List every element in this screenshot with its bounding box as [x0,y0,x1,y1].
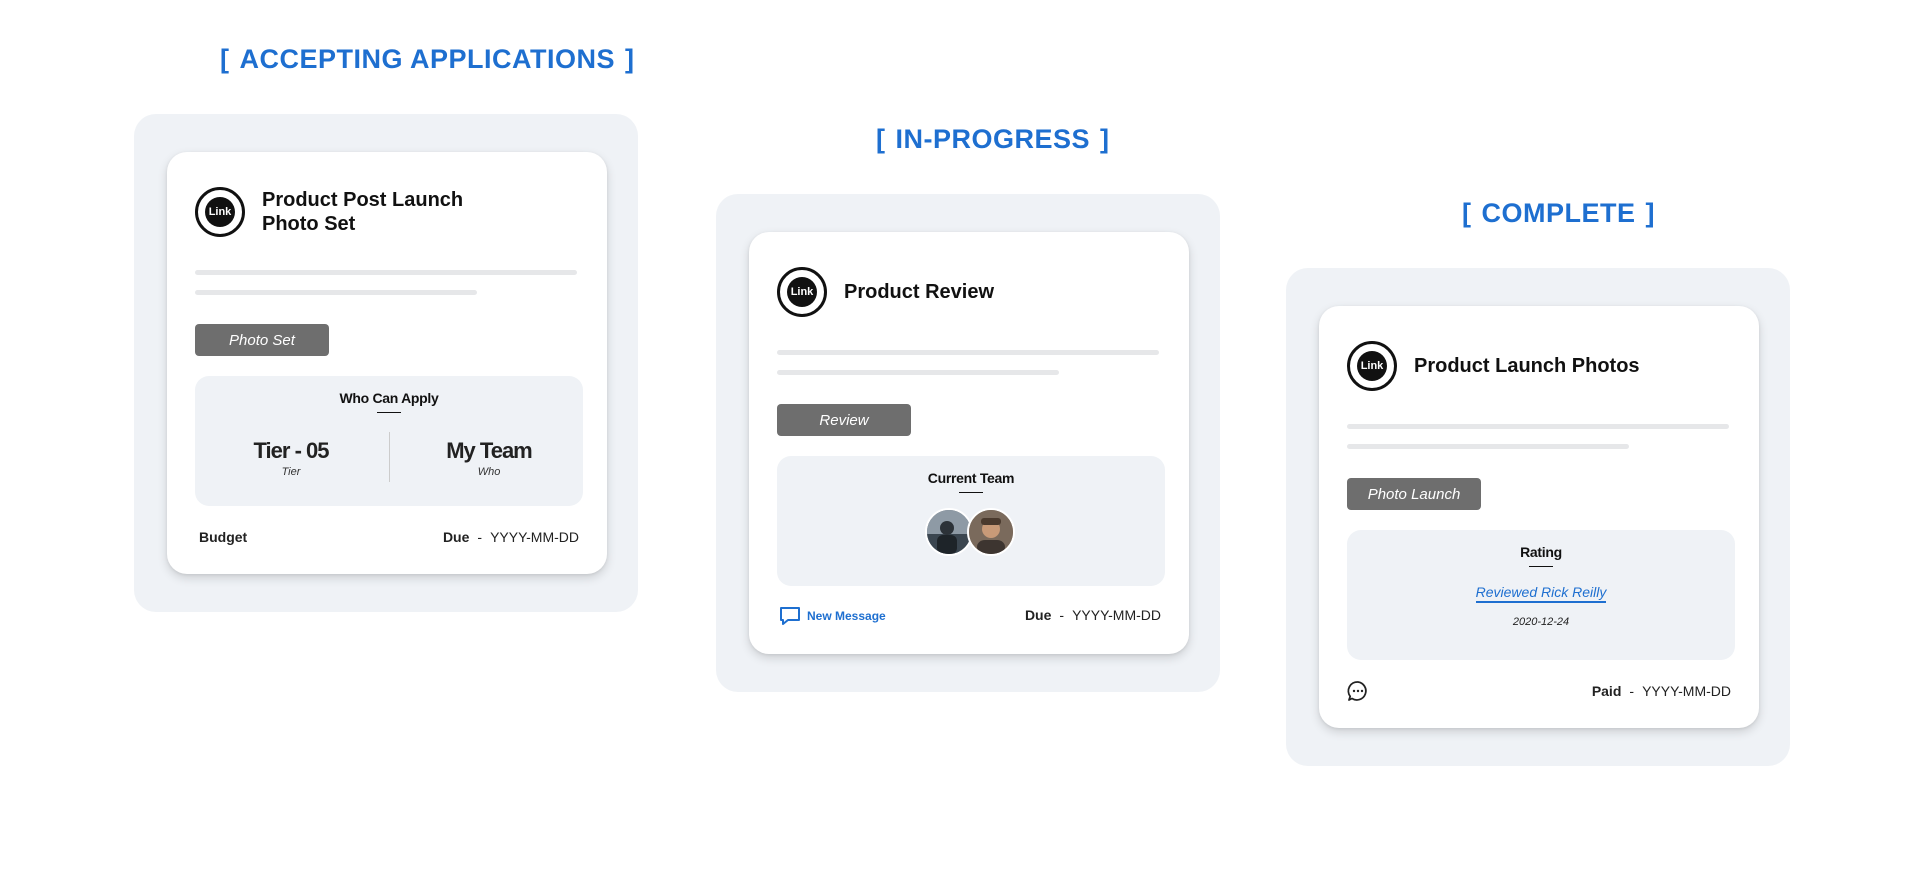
card-header: Link Product Review [777,267,1064,317]
due-value: YYYY-MM-DD [490,529,579,545]
link-logo-icon: Link [195,187,245,237]
team-member-avatar[interactable] [925,508,973,556]
budget-label: Budget [199,529,248,545]
job-card[interactable]: Link Product Review Review Current Team [749,232,1189,654]
logo-text: Link [1357,351,1387,381]
section-heading: Current Team [927,470,1015,486]
link-logo-icon: Link [777,267,827,317]
bracket-open: [ [1462,198,1472,228]
panel-in-progress: Link Product Review Review Current Team [716,194,1220,692]
new-message-label: New Message [807,609,886,623]
separator: - [1629,683,1635,699]
paid-value: YYYY-MM-DD [1642,683,1731,699]
card-title-line: Product Post Launch [262,189,464,211]
stat-label: Tier [281,466,301,478]
due-label: Due [442,529,470,545]
current-team-box: Current Team [777,456,1165,586]
category-tag[interactable]: Review [777,404,911,436]
description-placeholder [777,370,1059,375]
rating-box: Rating Reviewed Rick Reilly 2020-12-24 [1347,530,1735,660]
bracket-close: ] [1645,198,1656,228]
avatar-photo [927,510,971,554]
chat-bubble-icon[interactable] [1347,680,1369,707]
paid-label: Paid [1591,683,1622,699]
card-title: Product Review [844,281,995,303]
heading-underline [1529,566,1553,567]
reviewer-link[interactable]: Reviewed Rick Reilly [1347,584,1735,603]
card-title-line: Photo Set [262,213,356,235]
separator: - [1059,607,1065,623]
separator: - [477,529,483,545]
logo-text: Link [205,197,235,227]
category-tag[interactable]: Photo Set [195,324,329,356]
column-heading-accepting: [ ACCEPTING APPLICATIONS] [210,44,645,75]
due-label: Due [1024,607,1052,623]
link-logo-icon: Link [1347,341,1397,391]
section-heading: Rating [1520,544,1562,560]
description-placeholder [1347,424,1729,429]
reviewer-link-text: Reviewed Rick Reilly [1475,584,1607,603]
card-header: Link Product Launch Photos [1347,341,1674,391]
column-heading-text: COMPLETE [1481,198,1636,228]
bracket-open: [ [876,124,886,154]
paid-date: Paid - YYYY-MM-DD [1592,683,1731,699]
team-member-avatar[interactable] [967,508,1015,556]
job-card[interactable]: Link Product Post Launch Photo Set Photo… [167,152,607,574]
bracket-close: ] [625,44,635,74]
message-square-icon [780,607,800,625]
avatar-photo [969,510,1013,554]
card-title: Product Launch Photos [1414,355,1640,377]
description-placeholder [195,290,477,295]
card-header: Link Product Post Launch Photo Set [195,187,482,237]
tier-stat: Tier - 05 Tier [201,438,381,478]
column-heading-text: IN-PROGRESS [895,124,1091,154]
panel-complete: Link Product Launch Photos Photo Launch … [1286,268,1790,766]
description-placeholder [195,270,577,275]
bracket-open: [ [220,44,230,74]
new-message-link[interactable]: New Message [779,606,886,626]
due-date: Due - YYYY-MM-DD [1025,607,1161,623]
stat-value: My Team [446,438,533,463]
description-placeholder [1347,444,1629,449]
heading-underline [959,492,983,493]
due-value: YYYY-MM-DD [1072,607,1161,623]
stat-value: Tier - 05 [253,438,330,463]
category-tag[interactable]: Photo Launch [1347,478,1481,510]
heading-underline [377,412,401,413]
stat-divider [389,432,390,482]
job-card[interactable]: Link Product Launch Photos Photo Launch … [1319,306,1759,728]
section-heading: Who Can Apply [339,390,439,406]
card-title: Product Post Launch Photo Set [262,188,482,236]
bracket-close: ] [1100,124,1110,154]
panel-accepting: Link Product Post Launch Photo Set Photo… [134,114,638,612]
column-heading-text: ACCEPTING APPLICATIONS [239,44,616,74]
logo-text: Link [787,277,817,307]
column-heading-in-progress: [ IN-PROGRESS] [866,124,1120,155]
who-stat: My Team Who [399,438,579,478]
chat-bubble-icon-svg [1347,681,1367,701]
column-heading-complete: [ COMPLETE] [1452,198,1665,229]
review-date: 2020-12-24 [1512,616,1570,628]
who-can-apply-box: Who Can Apply Tier - 05 Tier My Team Who [195,376,583,506]
description-placeholder [777,350,1159,355]
stat-label: Who [477,466,501,478]
due-date: Due - YYYY-MM-DD [443,529,579,545]
